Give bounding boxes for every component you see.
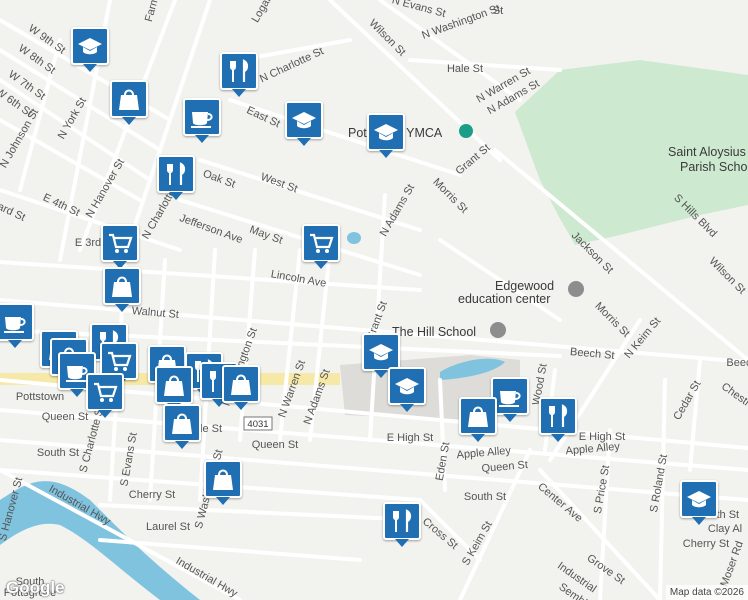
street-label: Cherry St — [129, 489, 175, 501]
google-logo: Google — [6, 578, 65, 597]
fork-knife-icon — [393, 509, 412, 532]
shopping-pin[interactable] — [163, 404, 201, 449]
street-label: N Evans St — [391, 0, 447, 20]
school-pin[interactable] — [388, 367, 426, 412]
graduation-cap-icon — [395, 378, 419, 395]
restaurant-pin[interactable] — [383, 502, 421, 547]
street-label: Walnut St — [131, 305, 179, 321]
street-label: Hale St — [447, 63, 483, 75]
street-label: ard St — [0, 201, 27, 224]
street-label: Beech — [726, 357, 748, 369]
school-pin[interactable] — [680, 480, 718, 525]
map-attribution[interactable]: Map data ©2026 — [665, 585, 748, 600]
street-label: E 4th St — [41, 192, 82, 219]
shopping-pin[interactable] — [204, 460, 242, 505]
street-label: Chestn — [719, 381, 748, 411]
coffee-cup-icon — [499, 391, 521, 407]
shopping-bag-icon — [119, 89, 139, 110]
poi-label[interactable]: Saint Aloysius — [668, 145, 746, 159]
restaurant-pin[interactable] — [157, 155, 195, 200]
shopping-cart-icon — [94, 382, 118, 402]
school-pin[interactable] — [71, 27, 109, 72]
street-label: Beech St — [570, 346, 616, 362]
shopping-bag-icon — [172, 413, 192, 434]
edgewood-marker[interactable] — [568, 281, 584, 297]
graduation-cap-icon — [78, 38, 102, 55]
street-label: Queen St — [252, 439, 298, 451]
street-label: East St — [245, 104, 282, 130]
graduation-cap-icon — [687, 491, 711, 508]
restaurant-pin[interactable] — [220, 52, 258, 97]
street-label: South St — [464, 491, 506, 503]
shopping-bag-icon — [164, 375, 184, 396]
fork-knife-icon — [549, 404, 568, 427]
street-label: Wilson St — [706, 255, 747, 296]
fork-knife-icon — [230, 59, 249, 82]
grocery-pin[interactable] — [302, 224, 340, 269]
street-label: Clay Al — [708, 523, 742, 535]
coffee-cup-icon — [191, 112, 213, 128]
hill-school-marker[interactable] — [490, 322, 506, 338]
street-label: West St — [259, 171, 299, 195]
route-shield-label: 4031 — [247, 419, 268, 430]
route-shield: 4031 — [243, 416, 273, 431]
graduation-cap-icon — [292, 112, 316, 129]
street-label: Morris St — [430, 176, 470, 216]
street-label: South St — [37, 447, 79, 459]
ymca-marker[interactable] — [459, 124, 473, 138]
street-label: Logan — [250, 0, 276, 25]
street-label: E High St — [387, 432, 433, 444]
cafe-pin[interactable] — [0, 303, 34, 348]
pond-small — [347, 232, 361, 244]
school-pin[interactable] — [362, 333, 400, 378]
graduation-cap-icon — [374, 124, 398, 141]
shopping-pin[interactable] — [155, 366, 193, 411]
shopping-bag-icon — [213, 469, 233, 490]
school-pin[interactable] — [285, 101, 323, 146]
fork-knife-icon — [167, 162, 186, 185]
street-label: N Warren St — [276, 359, 308, 420]
street-label: Queen St — [42, 411, 88, 423]
cafe-pin[interactable] — [183, 98, 221, 143]
shopping-bag-icon — [231, 374, 251, 395]
shopping-cart-icon — [109, 233, 133, 253]
poi-label[interactable]: Parish School — [680, 160, 748, 174]
school-pin[interactable] — [367, 113, 405, 158]
grocery-pin[interactable] — [101, 224, 139, 269]
shopping-pin[interactable] — [222, 365, 260, 410]
street-label: Cherry St — [683, 538, 729, 550]
poi-label[interactable]: The Hill School — [392, 325, 476, 339]
restaurant-pin[interactable] — [539, 397, 577, 442]
street-label: Apple Alley — [565, 441, 621, 458]
poi-label[interactable]: Edgewood — [495, 279, 554, 293]
coffee-cup-icon — [4, 317, 26, 333]
shopping-cart-icon — [108, 351, 132, 371]
street-label: Pottstown — [16, 391, 64, 403]
shopping-cart-icon — [310, 233, 334, 253]
shopping-pin[interactable] — [110, 80, 148, 125]
street-label: Morris St — [592, 300, 632, 340]
poi-label[interactable]: education center — [458, 292, 550, 306]
shopping-bag-icon — [112, 276, 132, 297]
street-label: Grant St — [454, 142, 493, 178]
street-label: Farm — [143, 0, 161, 23]
street-label: Cedar St — [671, 379, 703, 423]
graduation-cap-icon — [369, 344, 393, 361]
street-label: Laurel St — [146, 521, 190, 533]
shopping-bag-icon — [468, 406, 488, 427]
grocery-pin[interactable] — [86, 373, 124, 418]
shopping-pin[interactable] — [459, 397, 497, 442]
street-label: E 3rd — [75, 237, 101, 249]
shopping-pin[interactable] — [103, 267, 141, 312]
street-label: St — [493, 5, 503, 17]
